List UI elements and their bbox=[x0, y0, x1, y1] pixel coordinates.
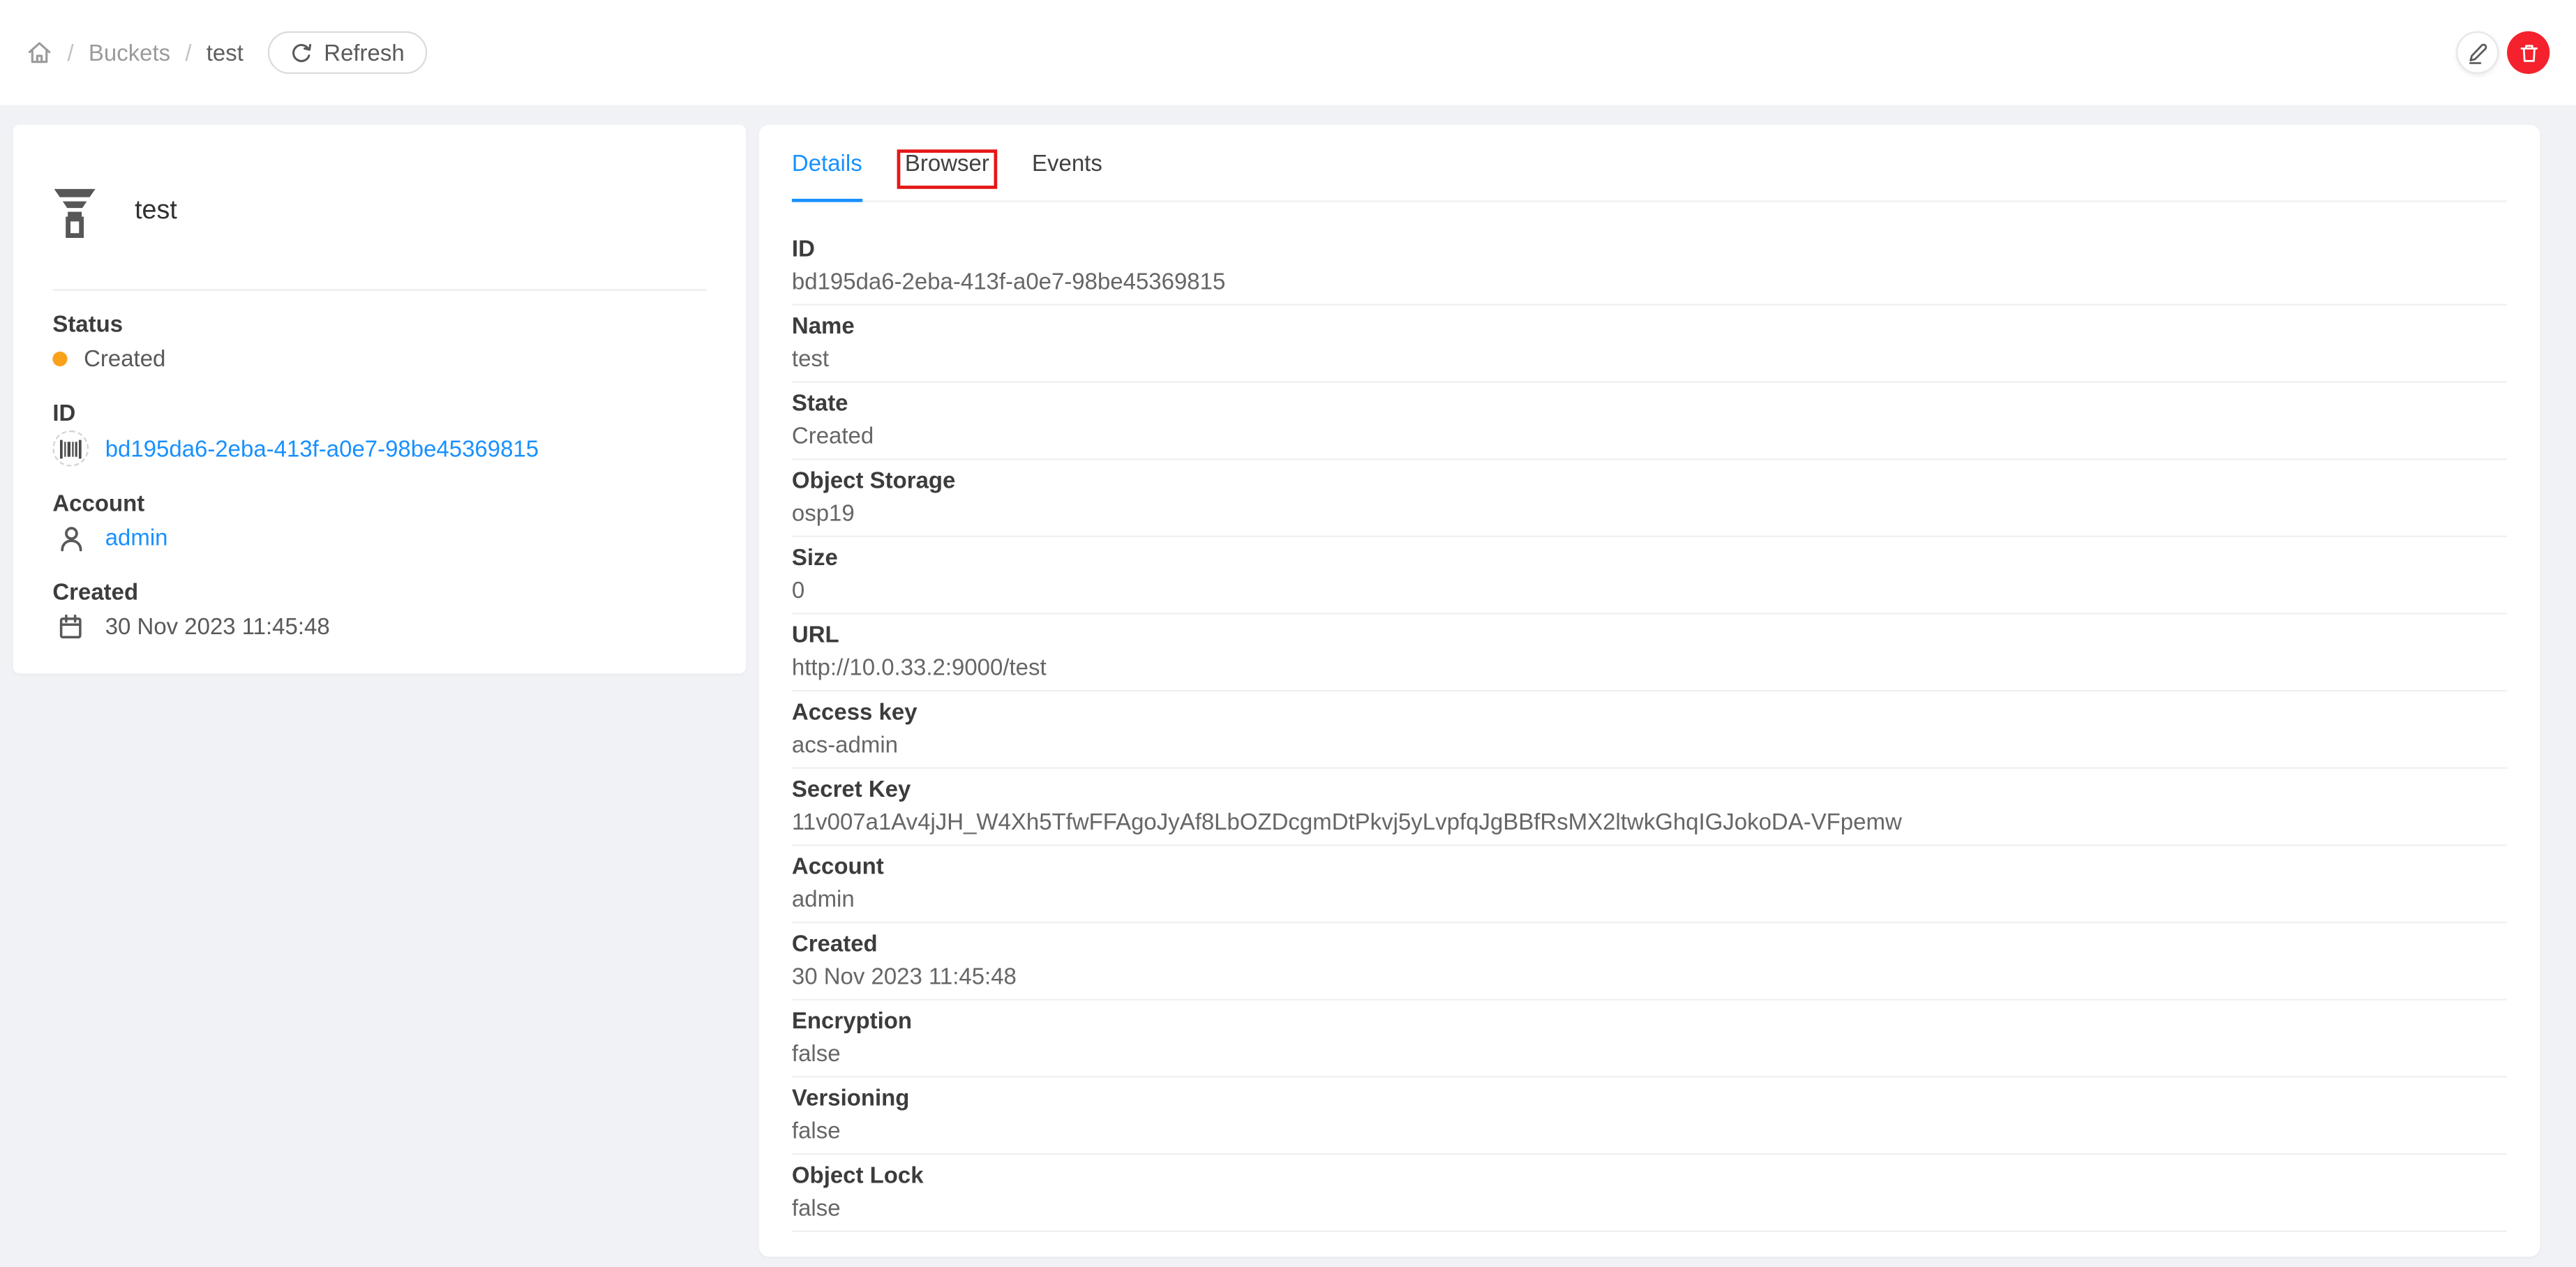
detail-value: http://10.0.33.2:9000/test bbox=[791, 654, 1047, 680]
detail-row: Object Lock false bbox=[791, 1155, 2508, 1232]
page: / Buckets / test Refresh test Status Cre… bbox=[0, 0, 2576, 1267]
tab-browser[interactable]: Browser bbox=[897, 125, 998, 200]
tab-bar: Details Browser Events bbox=[791, 125, 2508, 202]
refresh-icon bbox=[291, 42, 313, 63]
id-group: ID bd195da6-2eba-413f-a0e7-98be45369815 bbox=[52, 396, 706, 467]
detail-label: Encryption bbox=[791, 1007, 913, 1034]
trash-icon bbox=[2517, 42, 2539, 63]
detail-label: Versioning bbox=[791, 1084, 910, 1111]
breadcrumb-current: test bbox=[206, 39, 244, 66]
created-group: Created 30 Nov 2023 11:45:48 bbox=[52, 575, 706, 644]
detail-value: Created bbox=[791, 422, 874, 449]
account-label: Account bbox=[52, 489, 145, 516]
detail-label: Access key bbox=[791, 698, 918, 725]
status-label: Status bbox=[52, 310, 123, 337]
user-icon bbox=[52, 525, 89, 551]
detail-value: 30 Nov 2023 11:45:48 bbox=[791, 962, 1017, 989]
tab-details[interactable]: Details bbox=[791, 125, 862, 202]
details-panel: Details Browser Events ID bd195da6-2eba-… bbox=[758, 124, 2540, 1257]
breadcrumb-link-buckets[interactable]: Buckets bbox=[89, 40, 170, 66]
top-bar: / Buckets / test Refresh bbox=[0, 0, 2576, 105]
id-link[interactable]: bd195da6-2eba-413f-a0e7-98be45369815 bbox=[105, 431, 539, 465]
detail-row: URL http://10.0.33.2:9000/test bbox=[791, 615, 2508, 692]
detail-row: Access key acs-admin bbox=[791, 691, 2508, 769]
detail-value: osp19 bbox=[791, 499, 855, 526]
detail-label: Object Storage bbox=[791, 466, 956, 493]
detail-row: ID bd195da6-2eba-413f-a0e7-98be45369815 bbox=[791, 228, 2508, 306]
resource-title: test bbox=[135, 197, 177, 225]
created-value: 30 Nov 2023 11:45:48 bbox=[105, 613, 330, 639]
status-value: Created bbox=[84, 345, 166, 372]
detail-label: Name bbox=[791, 312, 855, 339]
breadcrumb-separator: / bbox=[185, 39, 192, 66]
detail-row: Name test bbox=[791, 306, 2508, 383]
created-label: Created bbox=[52, 578, 139, 605]
breadcrumb-separator: / bbox=[67, 39, 74, 66]
pencil-icon bbox=[2466, 41, 2489, 64]
account-link[interactable]: admin bbox=[105, 520, 168, 555]
funnel-bucket-icon bbox=[52, 186, 97, 237]
detail-row: Created 30 Nov 2023 11:45:48 bbox=[791, 923, 2508, 1000]
top-actions bbox=[2456, 31, 2550, 74]
detail-value: 0 bbox=[791, 576, 805, 603]
content-area: test Status Created ID bd195da6-2eba-413… bbox=[0, 105, 2576, 1257]
account-group: Account admin bbox=[52, 486, 706, 555]
detail-label: Created bbox=[791, 929, 878, 957]
resource-card: test Status Created ID bd195da6-2eba-413… bbox=[13, 124, 746, 674]
detail-row: Encryption false bbox=[791, 1000, 2508, 1078]
status-dot-icon bbox=[52, 351, 68, 367]
detail-value: false bbox=[791, 1117, 841, 1144]
details-list: ID bd195da6-2eba-413f-a0e7-98be45369815 … bbox=[791, 202, 2508, 1232]
detail-row: Secret Key 11v007a1Av4jJH_W4Xh5TfwFFAgoJ… bbox=[791, 769, 2508, 846]
detail-value: bd195da6-2eba-413f-a0e7-98be45369815 bbox=[791, 267, 1226, 294]
refresh-label: Refresh bbox=[324, 39, 405, 66]
detail-value: test bbox=[791, 345, 830, 372]
detail-row: Account admin bbox=[791, 846, 2508, 924]
detail-label: URL bbox=[791, 621, 839, 647]
barcode-icon[interactable] bbox=[52, 430, 89, 467]
detail-value: 11v007a1Av4jJH_W4Xh5TfwFFAgoJyAf8LbOZDcg… bbox=[791, 808, 1902, 835]
tab-events[interactable]: Events bbox=[1032, 125, 1102, 200]
id-label: ID bbox=[52, 399, 76, 426]
detail-row: Versioning false bbox=[791, 1078, 2508, 1155]
detail-label: ID bbox=[791, 234, 815, 262]
detail-value: acs-admin bbox=[791, 730, 899, 758]
detail-label: Account bbox=[791, 853, 884, 879]
status-group: Status Created bbox=[52, 307, 706, 376]
detail-row: Object Storage osp19 bbox=[791, 460, 2508, 537]
detail-label: Size bbox=[791, 543, 838, 571]
resource-header: test bbox=[52, 164, 706, 260]
detail-label: Object Lock bbox=[791, 1161, 924, 1188]
detail-value: false bbox=[791, 1194, 841, 1221]
divider bbox=[52, 289, 707, 291]
edit-button[interactable] bbox=[2456, 31, 2499, 74]
detail-label: State bbox=[791, 389, 848, 416]
detail-value: false bbox=[791, 1040, 841, 1067]
detail-row: State Created bbox=[791, 383, 2508, 460]
delete-button[interactable] bbox=[2507, 31, 2550, 74]
breadcrumb: / Buckets / test bbox=[27, 40, 244, 66]
home-icon[interactable] bbox=[27, 40, 53, 66]
detail-row: Size 0 bbox=[791, 537, 2508, 615]
calendar-icon bbox=[52, 614, 89, 639]
refresh-button[interactable]: Refresh bbox=[268, 31, 428, 74]
detail-label: Secret Key bbox=[791, 775, 911, 802]
detail-value: admin bbox=[791, 885, 855, 912]
